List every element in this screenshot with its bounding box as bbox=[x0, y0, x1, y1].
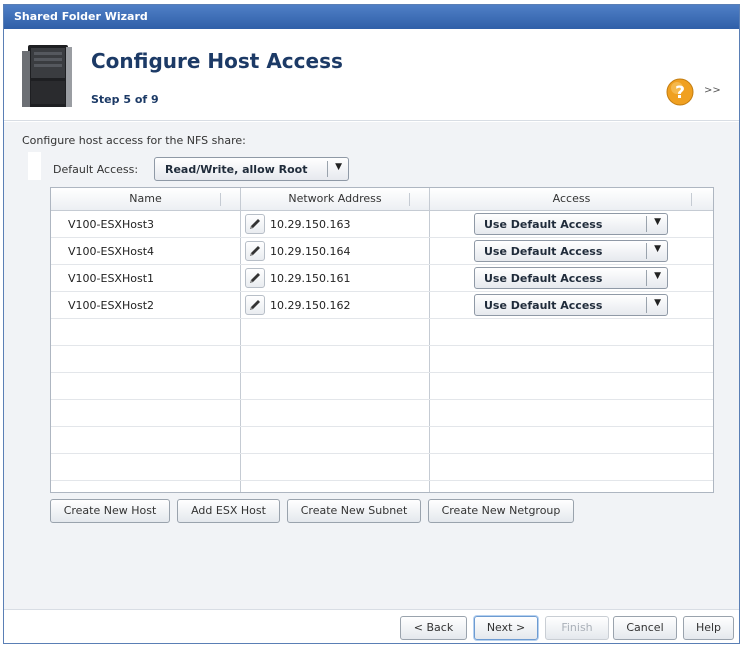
default-access-dropdown[interactable]: Read/Write, allow Root ▼ bbox=[154, 157, 349, 181]
dropdown-separator bbox=[646, 270, 647, 286]
page-title: Configure Host Access bbox=[91, 49, 343, 73]
help-icon[interactable]: ? bbox=[666, 78, 694, 106]
table-row[interactable]: V100-ESXHost2 10.29.150.162 Use Default … bbox=[51, 292, 713, 319]
add-esx-host-button[interactable]: Add ESX Host bbox=[177, 499, 280, 523]
wizard-content: Configure host access for the NFS share:… bbox=[4, 122, 739, 609]
next-button[interactable]: Next > bbox=[474, 616, 538, 640]
empty-row bbox=[51, 346, 713, 373]
host-name: V100-ESXHost3 bbox=[68, 218, 155, 231]
dropdown-separator bbox=[646, 297, 647, 313]
chevron-down-icon: ▼ bbox=[654, 217, 661, 227]
step-indicator: Step 5 of 9 bbox=[91, 93, 159, 106]
create-new-subnet-button[interactable]: Create New Subnet bbox=[287, 499, 421, 523]
cancel-button[interactable]: Cancel bbox=[613, 616, 677, 640]
host-name: V100-ESXHost4 bbox=[68, 245, 155, 258]
host-access-dropdown[interactable]: Use Default Access ▼ bbox=[474, 267, 668, 289]
help-button[interactable]: Help bbox=[683, 616, 734, 640]
dropdown-separator bbox=[327, 161, 328, 177]
host-access-value: Use Default Access bbox=[484, 272, 603, 285]
table-header: Name Network Address Access bbox=[51, 188, 713, 211]
create-new-host-button[interactable]: Create New Host bbox=[50, 499, 170, 523]
column-header-name[interactable]: Name bbox=[51, 188, 240, 210]
host-address: 10.29.150.163 bbox=[270, 218, 351, 231]
pencil-icon bbox=[250, 246, 260, 256]
column-resize-handle[interactable] bbox=[220, 193, 221, 206]
host-name: V100-ESXHost1 bbox=[68, 272, 155, 285]
host-access-dropdown[interactable]: Use Default Access ▼ bbox=[474, 213, 668, 235]
host-access-value: Use Default Access bbox=[484, 299, 603, 312]
host-address: 10.29.150.162 bbox=[270, 299, 351, 312]
empty-row bbox=[51, 454, 713, 481]
edit-pencil-icon[interactable] bbox=[245, 214, 265, 234]
svg-text:?: ? bbox=[675, 83, 685, 103]
wizard-window: Shared Folder Wizard Configure Host Acce… bbox=[3, 4, 740, 644]
edit-pencil-icon[interactable] bbox=[245, 268, 265, 288]
finish-button[interactable]: Finish bbox=[545, 616, 609, 640]
column-resize-handle[interactable] bbox=[691, 193, 692, 206]
host-access-value: Use Default Access bbox=[484, 218, 603, 231]
pencil-icon bbox=[250, 300, 260, 310]
host-access-dropdown[interactable]: Use Default Access ▼ bbox=[474, 294, 668, 316]
wizard-footer: < Back Next > Finish Cancel Help bbox=[4, 609, 739, 643]
wizard-header: Configure Host Access Step 5 of 9 ? >> bbox=[4, 29, 739, 121]
window-title: Shared Folder Wizard bbox=[4, 5, 739, 29]
create-new-netgroup-button[interactable]: Create New Netgroup bbox=[428, 499, 574, 523]
table-row[interactable]: V100-ESXHost1 10.29.150.161 Use Default … bbox=[51, 265, 713, 292]
back-button[interactable]: < Back bbox=[400, 616, 467, 640]
chevron-down-icon: ▼ bbox=[335, 162, 342, 172]
edit-pencil-icon[interactable] bbox=[245, 241, 265, 261]
column-resize-handle[interactable] bbox=[409, 193, 410, 206]
dropdown-separator bbox=[646, 216, 647, 232]
column-header-network-address[interactable]: Network Address bbox=[241, 188, 429, 210]
host-address: 10.29.150.164 bbox=[270, 245, 351, 258]
host-access-value: Use Default Access bbox=[484, 245, 603, 258]
pencil-icon bbox=[250, 219, 260, 229]
host-address: 10.29.150.161 bbox=[270, 272, 351, 285]
default-access-marker bbox=[28, 152, 41, 180]
server-icon bbox=[22, 45, 72, 107]
empty-row bbox=[51, 319, 713, 346]
edit-pencil-icon[interactable] bbox=[245, 295, 265, 315]
dropdown-separator bbox=[646, 243, 647, 259]
chevron-down-icon: ▼ bbox=[654, 244, 661, 254]
column-header-access[interactable]: Access bbox=[430, 188, 713, 210]
default-access-value: Read/Write, allow Root bbox=[165, 163, 308, 176]
intro-text: Configure host access for the NFS share: bbox=[22, 134, 246, 147]
empty-row bbox=[51, 427, 713, 454]
expand-link[interactable]: >> bbox=[704, 85, 721, 96]
chevron-down-icon: ▼ bbox=[654, 271, 661, 281]
pencil-icon bbox=[250, 273, 260, 283]
empty-row bbox=[51, 373, 713, 400]
empty-row bbox=[51, 400, 713, 427]
table-row[interactable]: V100-ESXHost4 10.29.150.164 Use Default … bbox=[51, 238, 713, 265]
host-access-dropdown[interactable]: Use Default Access ▼ bbox=[474, 240, 668, 262]
default-access-label: Default Access: bbox=[53, 163, 139, 176]
host-name: V100-ESXHost2 bbox=[68, 299, 155, 312]
table-row[interactable]: V100-ESXHost3 10.29.150.163 Use Default … bbox=[51, 211, 713, 238]
host-access-table: Name Network Address Access V100-ESXHost… bbox=[50, 187, 714, 493]
chevron-down-icon: ▼ bbox=[654, 298, 661, 308]
